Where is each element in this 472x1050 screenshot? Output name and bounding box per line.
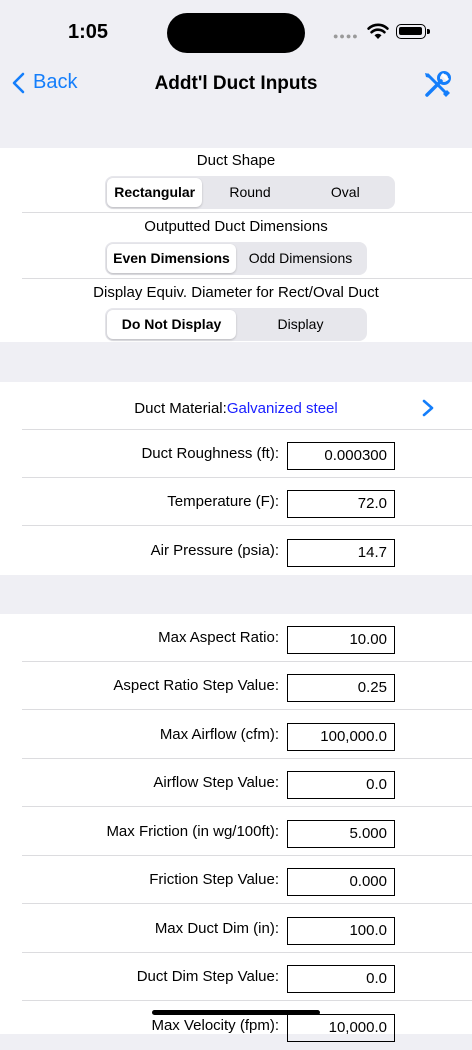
status-bar: 1:05 ●●●● [0, 0, 472, 60]
equiv-diameter-title: Display Equiv. Diameter for Rect/Oval Du… [93, 284, 379, 301]
max-airflow-label: Max Airflow (cfm): [159, 726, 279, 743]
cellular-signal-icon: ●●●● [333, 31, 359, 41]
duct-shape-segmented-control: Rectangular Round Oval [105, 176, 395, 209]
max-duct-dim-label: Max Duct Dim (in): [154, 920, 279, 937]
temperature-label: Temperature (F): [167, 493, 279, 510]
navigation-bar: Back Addt'l Duct Inputs [0, 60, 472, 108]
max-velocity-label: Max Velocity (fpm): [151, 1017, 279, 1034]
max-airflow-input[interactable]: 100,000.0 [287, 723, 395, 751]
divider [22, 525, 472, 526]
friction-step-input[interactable]: 0.000 [287, 868, 395, 896]
duct-material-value: Galvanized steel [226, 400, 338, 417]
duct-material-label: Duct Material: [134, 400, 227, 417]
outputted-dims-segmented-control: Even Dimensions Odd Dimensions [105, 242, 367, 275]
segment-round[interactable]: Round [202, 178, 297, 207]
duct-material-row[interactable]: Duct Material:Galvanized steel [0, 382, 472, 430]
battery-icon [396, 24, 430, 39]
segment-oval[interactable]: Oval [298, 178, 393, 207]
duct-dim-step-label: Duct Dim Step Value: [136, 968, 279, 985]
max-friction-label: Max Friction (in wg/100ft): [106, 823, 279, 840]
home-indicator [152, 1010, 320, 1015]
segment-rectangular[interactable]: Rectangular [107, 178, 203, 207]
segment-odd-dimensions[interactable]: Odd Dimensions [236, 244, 365, 273]
airflow-step-label: Airflow Step Value: [153, 774, 279, 791]
divider [22, 212, 472, 213]
aspect-ratio-step-input[interactable]: 0.25 [287, 674, 395, 702]
max-aspect-ratio-input[interactable]: 10.00 [287, 626, 395, 654]
material-section: Duct Material:Galvanized steel Duct Roug… [0, 382, 472, 575]
divider [22, 278, 472, 279]
aspect-ratio-step-row: Aspect Ratio Step Value: 0.25 [0, 662, 472, 710]
max-friction-input[interactable]: 5.000 [287, 820, 395, 848]
duct-dim-step-row: Duct Dim Step Value: 0.0 [0, 953, 472, 1001]
max-aspect-ratio-row: Max Aspect Ratio: 10.00 [0, 614, 472, 662]
air-pressure-input[interactable]: 14.7 [287, 539, 395, 567]
divider [22, 806, 472, 807]
divider [22, 1000, 472, 1001]
duct-roughness-label: Duct Roughness (ft): [141, 445, 279, 462]
outputted-dims-title: Outputted Duct Dimensions [144, 218, 328, 235]
duct-options-section: Duct Shape Rectangular Round Oval Output… [0, 148, 472, 342]
temperature-input[interactable]: 72.0 [287, 490, 395, 518]
segment-even-dimensions[interactable]: Even Dimensions [107, 244, 236, 273]
air-pressure-label: Air Pressure (psia): [150, 542, 279, 559]
max-friction-row: Max Friction (in wg/100ft): 5.000 [0, 808, 472, 856]
max-velocity-input[interactable]: 10,000.0 [287, 1014, 395, 1042]
max-duct-dim-input[interactable]: 100.0 [287, 917, 395, 945]
max-duct-dim-row: Max Duct Dim (in): 100.0 [0, 905, 472, 953]
tools-icon[interactable] [422, 70, 452, 100]
air-pressure-row: Air Pressure (psia): 14.7 [0, 527, 472, 575]
segment-do-not-display[interactable]: Do Not Display [107, 310, 236, 339]
divider [22, 709, 472, 710]
chevron-right-icon [422, 399, 434, 417]
dynamic-island [167, 13, 305, 53]
max-airflow-row: Max Airflow (cfm): 100,000.0 [0, 711, 472, 759]
duct-roughness-input[interactable]: 0.000300 [287, 442, 395, 470]
aspect-ratio-step-label: Aspect Ratio Step Value: [113, 677, 279, 694]
friction-step-label: Friction Step Value: [149, 871, 279, 888]
airflow-step-row: Airflow Step Value: 0.0 [0, 759, 472, 807]
page-title: Addt'l Duct Inputs [154, 73, 318, 94]
duct-roughness-row: Duct Roughness (ft): 0.000300 [0, 430, 472, 478]
duct-dim-step-input[interactable]: 0.0 [287, 965, 395, 993]
divider [22, 903, 472, 904]
equiv-diameter-segmented-control: Do Not Display Display [105, 308, 367, 341]
segment-display[interactable]: Display [236, 310, 365, 339]
wifi-icon [367, 23, 389, 39]
status-time: 1:05 [68, 21, 109, 43]
airflow-step-input[interactable]: 0.0 [287, 771, 395, 799]
max-aspect-ratio-label: Max Aspect Ratio: [158, 629, 279, 646]
friction-step-row: Friction Step Value: 0.000 [0, 856, 472, 904]
limits-section: Max Aspect Ratio: 10.00 Aspect Ratio Ste… [0, 614, 472, 1042]
duct-shape-title: Duct Shape [196, 152, 276, 169]
temperature-row: Temperature (F): 72.0 [0, 478, 472, 526]
